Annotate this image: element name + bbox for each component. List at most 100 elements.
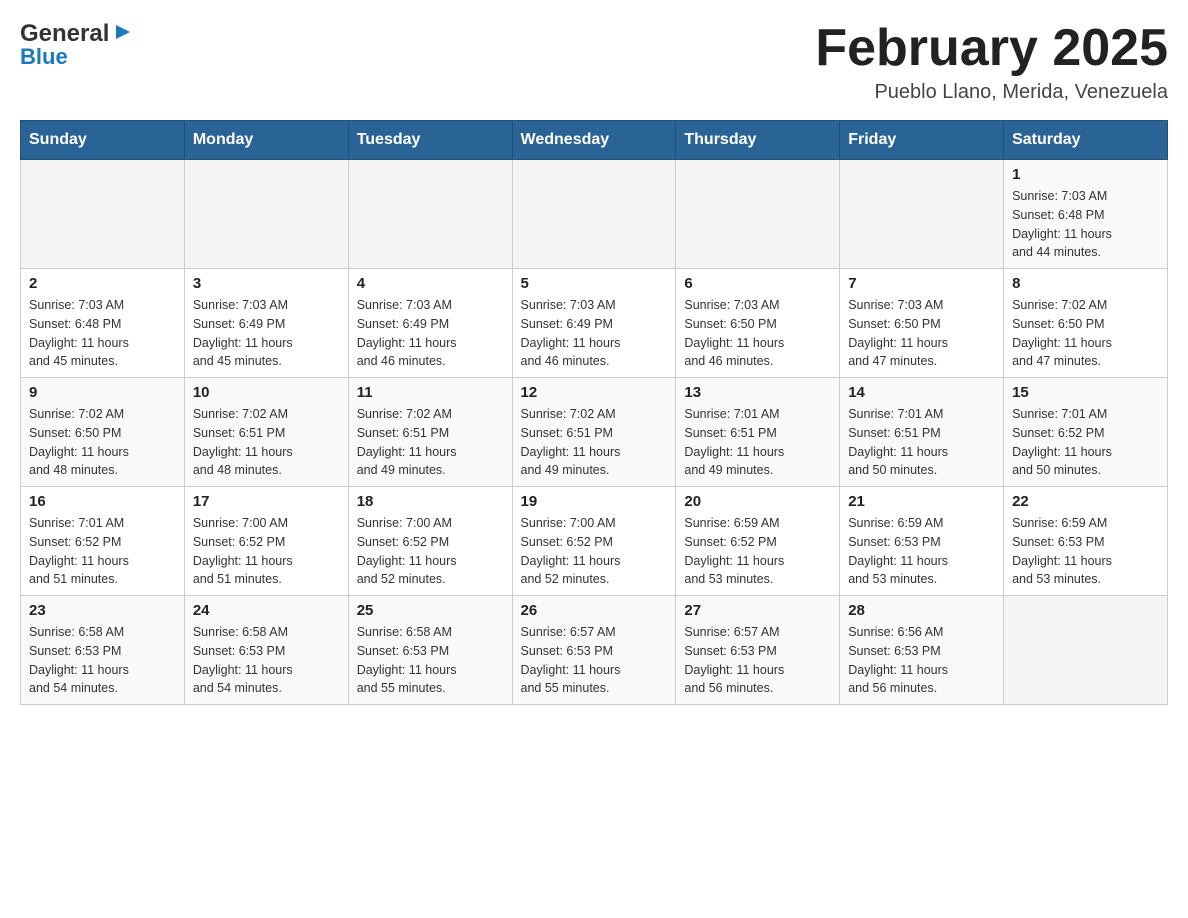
calendar-week-2: 2Sunrise: 7:03 AMSunset: 6:48 PMDaylight… [21, 269, 1168, 378]
calendar-week-4: 16Sunrise: 7:01 AMSunset: 6:52 PMDayligh… [21, 487, 1168, 596]
calendar-cell-w1-d2 [184, 160, 348, 269]
day-number: 20 [684, 493, 831, 510]
calendar-cell-w4-d6: 21 Sunrise: 6:59 AMSunset: 6:53 PMDayligh… [840, 487, 1004, 596]
day-number: 27 [684, 602, 831, 619]
day-number: 19 [521, 493, 668, 510]
day-number: 1 [1012, 166, 1159, 183]
calendar-cell-w5-d5: 27 Sunrise: 6:57 AMSunset: 6:53 PMDayligh… [676, 596, 840, 705]
calendar-cell-w4-d4: 19Sunrise: 7:00 AMSunset: 6:52 PMDayligh… [512, 487, 676, 596]
calendar-cell-w5-d7 [1004, 596, 1168, 705]
day-info: Sunrise: 7:03 AMSunset: 6:48 PMDaylight:… [1012, 187, 1159, 262]
calendar-cell-w4-d5: 20 Sunrise: 6:59 AMSunset: 6:52 PMDayligh… [676, 487, 840, 596]
calendar-cell-w2-d1: 2Sunrise: 7:03 AMSunset: 6:48 PMDaylight… [21, 269, 185, 378]
calendar-cell-w3-d2: 10 Sunrise: 7:02 AMSunset: 6:51 PMDayligh… [184, 378, 348, 487]
day-info: Sunrise: 7:03 AMSunset: 6:50 PMDaylight:… [684, 296, 831, 371]
page-title: February 2025 [815, 20, 1168, 77]
day-number: 5 [521, 275, 668, 292]
calendar-cell-w1-d3 [348, 160, 512, 269]
day-number: 17 [193, 493, 340, 510]
col-header-wednesday: Wednesday [512, 121, 676, 160]
calendar-cell-w5-d3: 25 Sunrise: 6:58 AMSunset: 6:53 PMDayligh… [348, 596, 512, 705]
calendar-cell-w5-d6: 28Sunrise: 6:56 AMSunset: 6:53 PMDayligh… [840, 596, 1004, 705]
day-number: 22 [1012, 493, 1159, 510]
day-info: Sunrise: 7:02 AMSunset: 6:51 PMDaylight:… [521, 405, 668, 480]
logo-text-blue: Blue [20, 44, 68, 70]
title-block: February 2025 Pueblo Llano, Merida, Vene… [815, 20, 1168, 104]
calendar-cell-w4-d3: 18Sunrise: 7:00 AMSunset: 6:52 PMDayligh… [348, 487, 512, 596]
calendar-cell-w4-d2: 17 Sunrise: 7:00 AMSunset: 6:52 PMDayligh… [184, 487, 348, 596]
day-number: 21 [848, 493, 995, 510]
calendar-week-1: 1 Sunrise: 7:03 AMSunset: 6:48 PMDaylight… [21, 160, 1168, 269]
day-number: 15 [1012, 384, 1159, 401]
calendar-cell-w3-d3: 11Sunrise: 7:02 AMSunset: 6:51 PMDayligh… [348, 378, 512, 487]
day-number: 26 [521, 602, 668, 619]
day-info: Sunrise: 6:57 AMSunset: 6:53 PMDaylight:… [684, 623, 831, 698]
day-info: Sunrise: 6:58 AMSunset: 6:53 PMDaylight:… [357, 623, 504, 698]
day-number: 10 [193, 384, 340, 401]
day-info: Sunrise: 6:59 AMSunset: 6:52 PMDaylight:… [684, 514, 831, 589]
col-header-tuesday: Tuesday [348, 121, 512, 160]
calendar-cell-w5-d2: 24Sunrise: 6:58 AMSunset: 6:53 PMDayligh… [184, 596, 348, 705]
day-info: Sunrise: 7:01 AMSunset: 6:51 PMDaylight:… [684, 405, 831, 480]
day-info: Sunrise: 7:03 AMSunset: 6:48 PMDaylight:… [29, 296, 176, 371]
day-number: 7 [848, 275, 995, 292]
day-info: Sunrise: 7:01 AMSunset: 6:52 PMDaylight:… [29, 514, 176, 589]
calendar-cell-w5-d1: 23 Sunrise: 6:58 AMSunset: 6:53 PMDayligh… [21, 596, 185, 705]
calendar-cell-w4-d7: 22 Sunrise: 6:59 AMSunset: 6:53 PMDayligh… [1004, 487, 1168, 596]
day-info: Sunrise: 7:03 AMSunset: 6:49 PMDaylight:… [357, 296, 504, 371]
day-info: Sunrise: 6:58 AMSunset: 6:53 PMDaylight:… [193, 623, 340, 698]
day-info: Sunrise: 6:59 AMSunset: 6:53 PMDaylight:… [848, 514, 995, 589]
day-number: 13 [684, 384, 831, 401]
calendar-cell-w2-d6: 7 Sunrise: 7:03 AMSunset: 6:50 PMDaylight… [840, 269, 1004, 378]
day-info: Sunrise: 7:01 AMSunset: 6:51 PMDaylight:… [848, 405, 995, 480]
calendar-cell-w3-d5: 13 Sunrise: 7:01 AMSunset: 6:51 PMDayligh… [676, 378, 840, 487]
calendar-cell-w2-d3: 4 Sunrise: 7:03 AMSunset: 6:49 PMDaylight… [348, 269, 512, 378]
day-number: 18 [357, 493, 504, 510]
day-number: 4 [357, 275, 504, 292]
day-info: Sunrise: 6:59 AMSunset: 6:53 PMDaylight:… [1012, 514, 1159, 589]
day-info: Sunrise: 7:02 AMSunset: 6:50 PMDaylight:… [1012, 296, 1159, 371]
logo: General Blue [20, 20, 132, 70]
day-number: 8 [1012, 275, 1159, 292]
day-number: 14 [848, 384, 995, 401]
day-number: 3 [193, 275, 340, 292]
day-info: Sunrise: 7:00 AMSunset: 6:52 PMDaylight:… [193, 514, 340, 589]
day-info: Sunrise: 7:03 AMSunset: 6:50 PMDaylight:… [848, 296, 995, 371]
calendar-cell-w2-d4: 5 Sunrise: 7:03 AMSunset: 6:49 PMDaylight… [512, 269, 676, 378]
calendar-cell-w4-d1: 16Sunrise: 7:01 AMSunset: 6:52 PMDayligh… [21, 487, 185, 596]
col-header-friday: Friday [840, 121, 1004, 160]
day-info: Sunrise: 7:02 AMSunset: 6:51 PMDaylight:… [193, 405, 340, 480]
calendar-week-3: 9 Sunrise: 7:02 AMSunset: 6:50 PMDaylight… [21, 378, 1168, 487]
day-number: 23 [29, 602, 176, 619]
day-info: Sunrise: 7:01 AMSunset: 6:52 PMDaylight:… [1012, 405, 1159, 480]
day-number: 11 [357, 384, 504, 401]
day-number: 25 [357, 602, 504, 619]
col-header-sunday: Sunday [21, 121, 185, 160]
calendar-cell-w1-d6 [840, 160, 1004, 269]
day-info: Sunrise: 6:57 AMSunset: 6:53 PMDaylight:… [521, 623, 668, 698]
calendar-cell-w1-d4 [512, 160, 676, 269]
col-header-monday: Monday [184, 121, 348, 160]
calendar-cell-w2-d5: 6Sunrise: 7:03 AMSunset: 6:50 PMDaylight… [676, 269, 840, 378]
calendar-cell-w2-d2: 3 Sunrise: 7:03 AMSunset: 6:49 PMDaylight… [184, 269, 348, 378]
calendar-cell-w3-d6: 14 Sunrise: 7:01 AMSunset: 6:51 PMDayligh… [840, 378, 1004, 487]
calendar-cell-w5-d4: 26 Sunrise: 6:57 AMSunset: 6:53 PMDayligh… [512, 596, 676, 705]
day-number: 12 [521, 384, 668, 401]
day-info: Sunrise: 6:58 AMSunset: 6:53 PMDaylight:… [29, 623, 176, 698]
col-header-thursday: Thursday [676, 121, 840, 160]
calendar-cell-w3-d4: 12 Sunrise: 7:02 AMSunset: 6:51 PMDayligh… [512, 378, 676, 487]
page-subtitle: Pueblo Llano, Merida, Venezuela [815, 81, 1168, 104]
logo-arrow-icon [114, 23, 132, 46]
calendar-cell-w3-d1: 9 Sunrise: 7:02 AMSunset: 6:50 PMDaylight… [21, 378, 185, 487]
calendar-cell-w1-d5 [676, 160, 840, 269]
calendar-header-row: Sunday Monday Tuesday Wednesday Thursday… [21, 121, 1168, 160]
day-info: Sunrise: 7:03 AMSunset: 6:49 PMDaylight:… [193, 296, 340, 371]
page-header: General Blue February 2025 Pueblo Llano,… [20, 20, 1168, 104]
calendar-table: Sunday Monday Tuesday Wednesday Thursday… [20, 120, 1168, 705]
day-number: 9 [29, 384, 176, 401]
day-number: 28 [848, 602, 995, 619]
calendar-cell-w2-d7: 8 Sunrise: 7:02 AMSunset: 6:50 PMDaylight… [1004, 269, 1168, 378]
day-info: Sunrise: 7:03 AMSunset: 6:49 PMDaylight:… [521, 296, 668, 371]
calendar-cell-w3-d7: 15 Sunrise: 7:01 AMSunset: 6:52 PMDayligh… [1004, 378, 1168, 487]
day-info: Sunrise: 7:02 AMSunset: 6:50 PMDaylight:… [29, 405, 176, 480]
